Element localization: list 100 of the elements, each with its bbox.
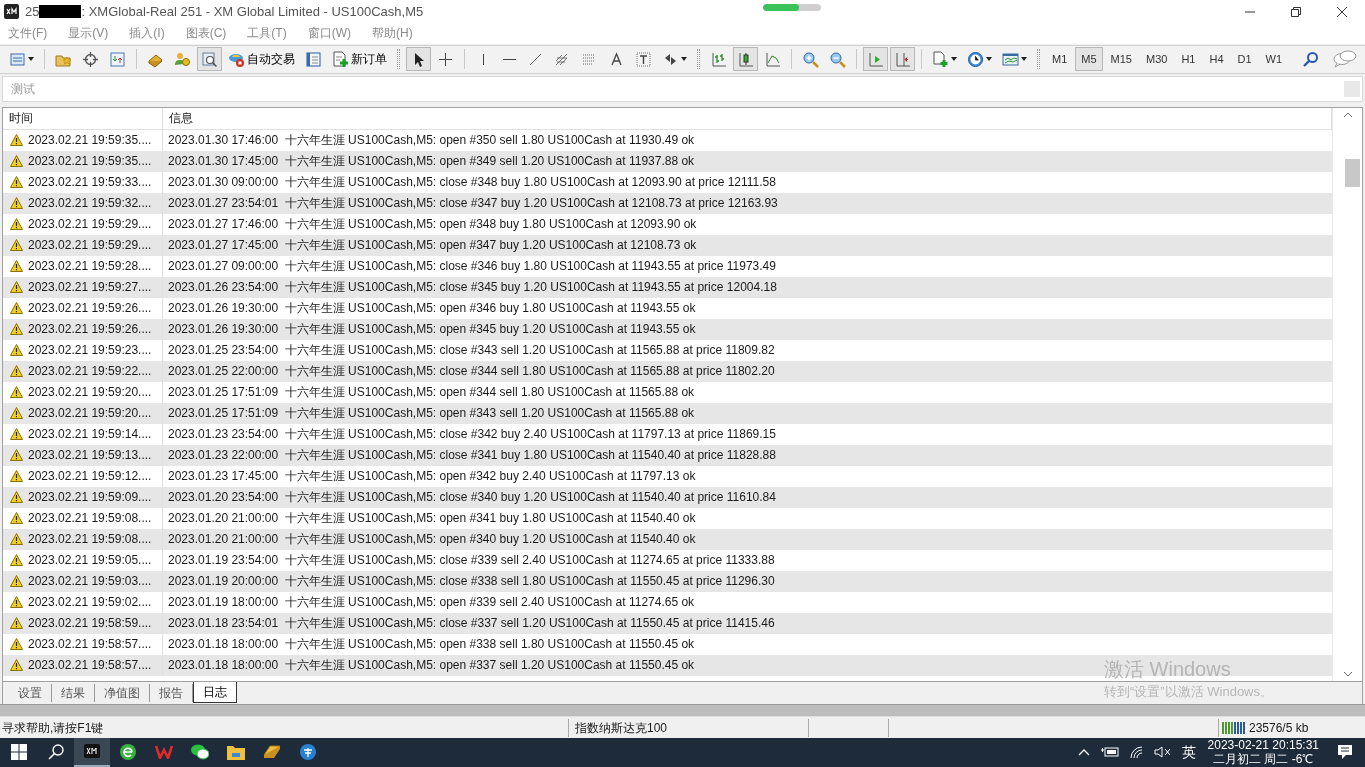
scroll-up-icon[interactable] bbox=[1344, 111, 1352, 117]
people-icon bbox=[174, 50, 191, 68]
status-help-text: 寻求帮助,请按F1键 bbox=[1, 719, 105, 737]
time-cell-text: 2023.02.21 19:59:09.... bbox=[28, 489, 152, 507]
warning-icon bbox=[10, 596, 23, 609]
w-logo-icon bbox=[155, 745, 173, 760]
caret-icon bbox=[681, 57, 687, 62]
time-cell-text: 2023.02.21 19:59:05.... bbox=[28, 552, 152, 570]
input-method-indicator[interactable]: 英 bbox=[1181, 742, 1196, 763]
message-cell-text: 2023.01.20 21:00:00 十六年生涯 US100Cash,M5: open #341 buy 1.80 US100Cash at 11540.40 ok bbox=[168, 510, 696, 528]
warning-icon bbox=[10, 197, 23, 210]
panel-title: 测试 bbox=[11, 80, 35, 98]
time-cell-text: 2023.02.21 19:59:02.... bbox=[28, 594, 152, 612]
chevron-up-icon[interactable] bbox=[1077, 748, 1090, 757]
time-cell-text: 2023.02.21 19:59:35.... bbox=[28, 153, 152, 171]
time-cell-text: 2023.02.21 19:59:28.... bbox=[28, 258, 152, 276]
speaker-muted-icon[interactable] bbox=[1153, 745, 1172, 760]
warning-icon bbox=[10, 617, 23, 630]
timeframe-button[interactable]: M1 bbox=[1046, 47, 1074, 72]
menu-item[interactable]: 图表(C) bbox=[179, 24, 233, 43]
horizontal-line-icon bbox=[502, 57, 516, 61]
candlestick-icon bbox=[737, 50, 754, 68]
bottom-tab[interactable]: 结果 bbox=[52, 684, 95, 703]
menu-item[interactable]: 文件(F) bbox=[2, 24, 54, 43]
message-cell-text: 2023.01.18 18:00:00 十六年生涯 US100Cash,M5: open #337 sell 1.20 US100Cash at 11550.45 ok bbox=[168, 657, 695, 675]
clock-date[interactable]: 二月初二 周二 -6℃ bbox=[1213, 752, 1314, 767]
chat-icon[interactable] bbox=[1333, 50, 1358, 69]
column-header[interactable]: 时间 bbox=[3, 107, 163, 129]
message-cell-text: 2023.01.19 20:00:00 十六年生涯 US100Cash,M5: close #338 sell 1.80 US100Cash at 11550.45 at price 11296.30 bbox=[168, 573, 775, 591]
progress-pill-icon bbox=[763, 4, 821, 11]
scrollbar[interactable] bbox=[1332, 107, 1362, 682]
menu-item[interactable]: 帮助(H) bbox=[366, 24, 419, 43]
caret-icon bbox=[986, 57, 992, 62]
connection-bars-icon bbox=[1222, 721, 1246, 735]
bottom-tab[interactable]: 设置 bbox=[9, 684, 52, 703]
timeframe-button[interactable]: M5 bbox=[1075, 47, 1103, 72]
close-icon bbox=[1337, 6, 1347, 17]
time-cell-text: 2023.02.21 19:59:27.... bbox=[28, 279, 152, 297]
time-cell-text: 2023.02.21 19:58:57.... bbox=[28, 636, 152, 654]
message-cell-text: 2023.01.19 23:54:00 十六年生涯 US100Cash,M5: close #339 sell 2.40 US100Cash at 11274.65 at price 11333.88 bbox=[168, 552, 775, 570]
warning-icon bbox=[10, 407, 23, 420]
time-cell-text: 2023.02.21 19:59:20.... bbox=[28, 405, 152, 423]
battery-icon[interactable] bbox=[1100, 746, 1119, 759]
scrollbar-thumb[interactable] bbox=[1345, 158, 1360, 187]
folder-icon bbox=[227, 745, 245, 760]
timeframe-button[interactable]: H1 bbox=[1175, 47, 1202, 72]
message-cell-text: 2023.01.18 18:00:00 十六年生涯 US100Cash,M5: open #338 sell 1.80 US100Cash at 11550.45 ok bbox=[168, 636, 695, 654]
clock-icon bbox=[967, 50, 984, 68]
message-cell-text: 2023.01.26 19:30:00 十六年生涯 US100Cash,M5: open #345 buy 1.20 US100Cash at 11943.55 ok bbox=[168, 321, 696, 339]
warning-icon bbox=[10, 281, 23, 294]
auto-trading-button[interactable]: 自动交易 bbox=[224, 47, 299, 72]
vertical-line-icon bbox=[481, 53, 485, 65]
message-cell-text: 2023.01.27 17:46:00 十六年生涯 US100Cash,M5: open #348 buy 1.80 US100Cash at 12093.90 ok bbox=[168, 216, 697, 234]
menu-item[interactable]: 工具(T) bbox=[241, 24, 293, 43]
up-down-arrows-icon bbox=[109, 50, 126, 68]
app-logo-icon bbox=[84, 744, 100, 759]
time-cell-text: 2023.02.21 19:59:20.... bbox=[28, 384, 152, 402]
message-cell-text: 2023.01.26 19:30:00 十六年生涯 US100Cash,M5: open #346 buy 1.80 US100Cash at 11943.55 ok bbox=[168, 300, 696, 318]
new-order-button[interactable]: 新订单 bbox=[328, 47, 391, 72]
search-icon bbox=[48, 744, 64, 761]
message-cell-text: 2023.01.25 17:51:09 十六年生涯 US100Cash,M5: open #343 sell 1.20 US100Cash at 11565.88 ok bbox=[168, 405, 695, 423]
message-cell-text: 2023.01.23 22:00:00 十六年生涯 US100Cash,M5: close #341 buy 1.80 US100Cash at 11540.40 at price 11828.88 bbox=[168, 447, 776, 465]
menu-item[interactable]: 窗口(W) bbox=[301, 24, 357, 43]
menu-item[interactable]: 插入(I) bbox=[123, 24, 171, 43]
windows-icon bbox=[11, 744, 27, 761]
document-plus-icon bbox=[932, 50, 949, 68]
bottom-tab[interactable]: 净值图 bbox=[95, 684, 150, 703]
warning-icon bbox=[10, 512, 23, 525]
search-icon[interactable] bbox=[1303, 51, 1320, 68]
warning-icon bbox=[10, 638, 23, 651]
timeframe-button[interactable]: M30 bbox=[1139, 47, 1174, 72]
time-cell-text: 2023.02.21 19:59:26.... bbox=[28, 321, 152, 339]
message-cell-text: 2023.01.27 17:45:00 十六年生涯 US100Cash,M5: open #347 buy 1.20 US100Cash at 12108.73 ok bbox=[168, 237, 697, 255]
time-cell-text: 2023.02.21 19:59:26.... bbox=[28, 300, 152, 318]
warning-icon bbox=[10, 449, 23, 462]
warning-icon bbox=[10, 344, 23, 357]
window-title-prefix: 25 bbox=[25, 2, 40, 21]
play-chart-icon bbox=[867, 50, 884, 68]
taskbar-app-button[interactable] bbox=[74, 738, 110, 767]
time-cell-text: 2023.02.21 19:59:29.... bbox=[28, 216, 152, 234]
time-cell-text: 2023.02.21 19:59:08.... bbox=[28, 510, 152, 528]
clock-time[interactable]: 2023-02-21 20:15:31 bbox=[1207, 738, 1319, 753]
timeframe-button[interactable]: H4 bbox=[1203, 47, 1230, 72]
scroll-down-icon[interactable] bbox=[1344, 672, 1352, 678]
redaction-bar bbox=[39, 5, 82, 18]
bar-chart-icon bbox=[710, 50, 727, 68]
toolbar-button[interactable] bbox=[406, 47, 431, 72]
warning-icon bbox=[10, 554, 23, 567]
message-cell-text: 2023.01.19 18:00:00 十六年生涯 US100Cash,M5: open #339 sell 2.40 US100Cash at 11274.65 ok bbox=[168, 594, 695, 612]
wifi-icon[interactable] bbox=[1128, 745, 1145, 760]
warning-icon bbox=[10, 365, 23, 378]
timeframe-button[interactable]: W1 bbox=[1259, 47, 1289, 72]
menu-item[interactable]: 显示(V) bbox=[62, 24, 115, 43]
message-cell-text: 2023.01.30 17:45:00 十六年生涯 US100Cash,M5: open #349 sell 1.20 US100Cash at 11937.88 ok bbox=[168, 153, 695, 171]
warning-icon bbox=[10, 470, 23, 483]
bottom-tab[interactable]: 日志 bbox=[193, 682, 237, 704]
timeframe-button[interactable]: D1 bbox=[1231, 47, 1258, 72]
time-cell-text: 2023.02.21 19:58:59.... bbox=[28, 615, 152, 633]
timeframe-button[interactable]: M15 bbox=[1104, 47, 1138, 72]
toolbar-button[interactable] bbox=[197, 47, 222, 72]
